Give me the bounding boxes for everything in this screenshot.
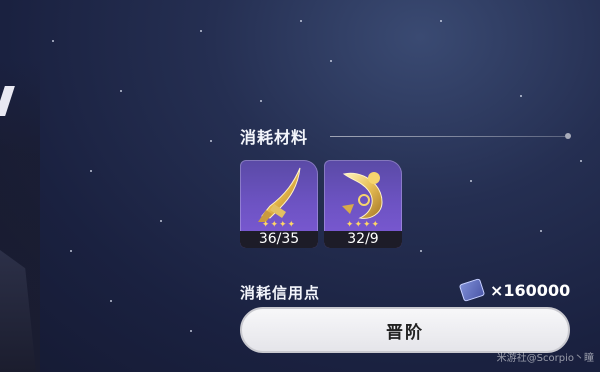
- rarity-stars: ✦✦✦✦: [345, 220, 381, 230]
- title-divider-dot: [565, 133, 571, 139]
- material-count: 32/9: [324, 231, 402, 248]
- credits-label: 消耗信用点: [240, 284, 321, 302]
- materials-title: 消耗材料: [240, 128, 309, 147]
- material-item-2[interactable]: ✦✦✦✦ 32/9: [324, 160, 402, 248]
- credits-value: ×160000: [490, 281, 571, 300]
- watermark: 米游社@Scorpio丶瞳: [496, 353, 594, 364]
- title-divider: [330, 136, 565, 137]
- ascend-button[interactable]: 晋阶: [240, 307, 570, 353]
- rarity-stars: ✦✦✦✦: [261, 220, 297, 230]
- material-count: 36/35: [240, 231, 318, 248]
- material-item-1[interactable]: ✦✦✦✦ 36/35: [240, 160, 318, 248]
- ascend-button-label: 晋阶: [386, 322, 424, 343]
